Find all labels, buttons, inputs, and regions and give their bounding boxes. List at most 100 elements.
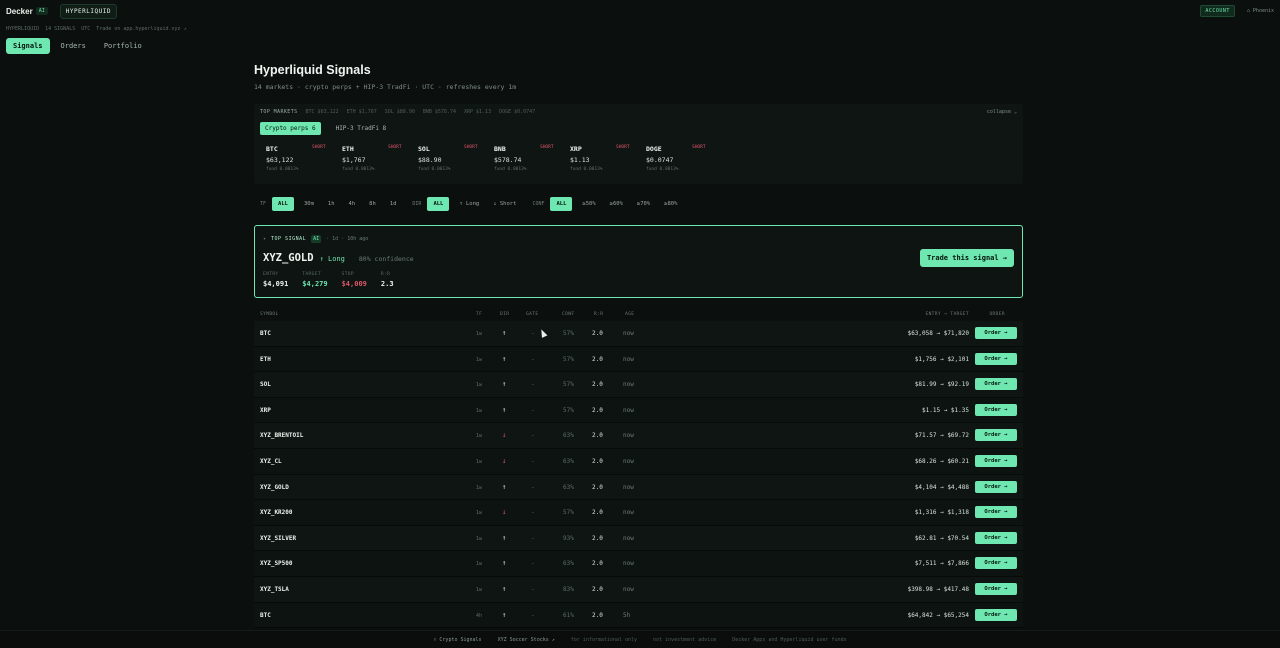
order-button[interactable]: Order → (975, 352, 1017, 365)
brand-logo[interactable]: Decker (6, 7, 33, 16)
tf-filter-30m[interactable]: 30m (300, 197, 318, 211)
order-button[interactable]: Order → (975, 608, 1017, 621)
col-entry-target[interactable]: ENTRY → TARGET (925, 312, 969, 317)
tf-filter-4h[interactable]: 4h (345, 197, 360, 211)
conf-filter-60[interactable]: ≥60% (606, 197, 627, 211)
col-dir[interactable]: DIR (500, 312, 509, 317)
tab-hip3-tradfi[interactable]: HIP-3 TradFi 8 (331, 122, 392, 135)
market-funding: fund 0.0013% (418, 167, 451, 172)
arrow-up-icon: ↑ (502, 610, 507, 619)
row-gate: - (531, 611, 535, 619)
collapse-toggle[interactable]: collapse ⌄ (987, 109, 1017, 115)
order-button[interactable]: Order → (975, 582, 1017, 595)
col-rr[interactable]: R:R (594, 312, 603, 317)
stat-key: TARGET (302, 272, 321, 277)
table-row[interactable]: SOL 1w ↑ - 57% 2.0 now $81.99 → $92.19 Order → (254, 372, 1023, 398)
arrow-down-icon: ↓ (502, 456, 507, 465)
row-timeframe: 1w (476, 586, 483, 593)
stat-risk-reward: R:R 2.3 (381, 272, 394, 288)
col-gate[interactable]: GATE (526, 312, 538, 317)
order-button[interactable]: Order → (975, 480, 1017, 493)
col-tf[interactable]: TF (476, 312, 482, 317)
conf-filter-70[interactable]: ≥70% (633, 197, 654, 211)
tab-signals[interactable]: Signals (6, 38, 50, 54)
breadcrumb-item: UTC (81, 26, 91, 32)
tf-filter-8h[interactable]: 8h (365, 197, 380, 211)
col-conf[interactable]: CONF (562, 312, 574, 317)
venue-button[interactable]: HYPERLIQUID (59, 3, 117, 19)
market-card-sol[interactable]: SOL SHORT $88.90 fund 0.0013% (418, 145, 494, 179)
table-row[interactable]: BTC 1w ↑ - 57% 2.0 now $63,058 → $71,820 Order → (254, 321, 1023, 347)
order-button[interactable]: Order → (975, 429, 1017, 442)
conf-filter-all[interactable]: ALL (550, 197, 573, 211)
row-entry-target: $4,104 → $4,488 (914, 483, 969, 491)
top-signal-header: ✦ TOP SIGNAL AI · 1d · 10h ago (263, 235, 368, 243)
market-type-tabs: Crypto perps 6 HIP-3 TradFi 8 (260, 122, 391, 135)
col-age[interactable]: AGE (625, 312, 634, 317)
row-entry-target: $64,842 → $65,254 (907, 611, 969, 619)
row-confidence: 61% (563, 611, 574, 619)
table-row[interactable]: XYZ_CL 1w ↓ - 63% 2.0 now $68.26 → $60.21 Order … (254, 448, 1023, 475)
market-card-eth[interactable]: ETH SHORT $1,767 fund 0.0013% (342, 145, 418, 179)
market-card-doge[interactable]: DOGE SHORT $0.0747 fund 0.0013% (646, 145, 722, 179)
stat-entry: ENTRY $4,091 (263, 272, 288, 288)
row-confidence: 63% (563, 457, 574, 465)
dir-filter-all[interactable]: ALL (427, 197, 450, 211)
trade-signal-button[interactable]: Trade this signal → (920, 249, 1014, 267)
col-order: ORDER (989, 312, 1005, 317)
order-button[interactable]: Order → (975, 327, 1017, 339)
table-body: BTC 1w ↑ - 57% 2.0 now $63,058 → $71,820 Order →… (254, 321, 1023, 629)
market-card-bnb[interactable]: BNB SHORT $578.74 fund 0.0013% (494, 145, 570, 179)
col-symbol[interactable]: SYMBOL (260, 312, 279, 317)
order-button[interactable]: Order → (975, 454, 1017, 467)
brand-tag: AI (35, 7, 48, 15)
breadcrumb-item: 14 SIGNALS (45, 26, 76, 32)
short-badge: SHORT (388, 145, 402, 150)
row-timeframe: 1w (476, 484, 483, 491)
tf-filter-all[interactable]: ALL (272, 197, 294, 211)
table-row[interactable]: XYZ_BRENTOIL 1w ↓ - 63% 2.0 now $71.57 → $69.72… (254, 423, 1023, 449)
order-button[interactable]: Order → (975, 531, 1017, 544)
table-row[interactable]: XYZ_GOLD 1w ↑ - 63% 2.0 now $4,104 → $4,488 Orde… (254, 474, 1023, 501)
market-symbol: DOGE (646, 145, 662, 153)
table-row[interactable]: ETH 1w ↑ - 57% 2.0 now $1,756 → $2,101 Order → (254, 346, 1023, 373)
order-button[interactable]: Order → (975, 378, 1017, 391)
tf-filter-1h[interactable]: 1h (324, 197, 339, 211)
dir-filter-short[interactable]: ↓ Short (489, 197, 520, 211)
market-price: $63,122 (266, 156, 294, 164)
dir-filter-long[interactable]: ↑ Long (455, 197, 483, 211)
footer-text: for informational only (570, 636, 637, 643)
stat-value: $4,091 (263, 280, 289, 288)
row-entry-target: $62.81 → $70.54 (914, 534, 969, 542)
table-row[interactable]: XYZ_KR200 1w ↓ - 57% 2.0 now $1,316 → $1,318 Ord… (254, 500, 1023, 526)
market-card-xrp[interactable]: XRP SHORT $1.13 fund 0.0013% (570, 145, 646, 179)
account-button[interactable]: ACCOUNT (1200, 5, 1235, 17)
order-button[interactable]: Order → (975, 403, 1017, 416)
stat-value: 2.3 (380, 280, 394, 288)
order-button[interactable]: Order → (975, 557, 1017, 570)
order-button[interactable]: Order → (975, 506, 1017, 519)
row-age: now (623, 457, 634, 465)
tf-filter-1d[interactable]: 1d (386, 197, 401, 211)
tab-orders[interactable]: Orders (54, 38, 93, 54)
table-row[interactable]: BTC 4h ↑ - 61% 2.0 5h $64,842 → $65,254 Order → (254, 602, 1023, 629)
table-row[interactable]: XYZ_TSLA 1w ↑ - 83% 2.0 now $398.98 → $417.48 Or… (254, 576, 1023, 603)
tab-crypto-perps[interactable]: Crypto perps 6 (260, 122, 321, 135)
stat-value: $4,279 (302, 280, 328, 288)
breadcrumb-link[interactable]: Trade on app.hyperliquid.xyz ↗ (96, 26, 186, 32)
market-card-btc[interactable]: BTC SHORT $63,122 fund 0.0013% (266, 145, 342, 179)
conf-filter-80[interactable]: ≥80% (660, 197, 681, 211)
table-row[interactable]: XYZ_SP500 1w ↑ - 63% 2.0 now $7,511 → $7,866 Ord… (254, 551, 1023, 577)
row-entry-target: $1.15 → $1.35 (922, 406, 969, 414)
footer-link[interactable]: XYZ Soccer Stocks ↗ (498, 637, 555, 643)
tab-portfolio[interactable]: Portfolio (97, 38, 149, 54)
conf-filter-50[interactable]: ≥50% (578, 197, 599, 211)
main-content: Hyperliquid Signals 14 markets · crypto … (254, 62, 1023, 629)
table-row[interactable]: XYZ_SILVER 1w ↑ - 93% 2.0 now $62.81 → $70.54 Or… (254, 525, 1023, 552)
row-age: now (623, 585, 634, 593)
main-tabs: Signals Orders Portfolio (6, 38, 149, 54)
footer-link[interactable]: ↑ Crypto Signals (433, 637, 481, 643)
row-gate: - (531, 432, 535, 440)
table-row[interactable]: XRP 1w ↑ - 57% 2.0 now $1.15 → $1.35 Order → (254, 397, 1023, 424)
user-menu[interactable]: ⌂ Phoenix (1247, 8, 1274, 14)
